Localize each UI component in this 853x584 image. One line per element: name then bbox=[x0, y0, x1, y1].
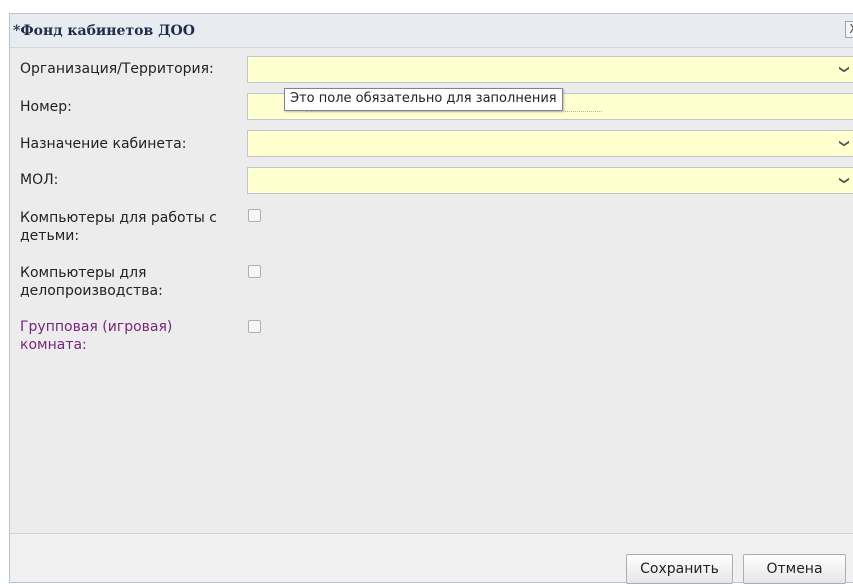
dialog-titlebar[interactable]: *Фонд кабинетов ДОО X bbox=[10, 14, 853, 48]
mol-input[interactable] bbox=[248, 168, 820, 193]
tooltip-shadow-line bbox=[306, 111, 602, 113]
chevron-down-icon[interactable]: ❯ bbox=[832, 171, 853, 191]
group-room-label-line1: Групповая (игровая) bbox=[20, 318, 172, 336]
children-computers-checkbox[interactable] bbox=[248, 209, 261, 222]
children-computers-label: Компьютеры для работы с детьми: bbox=[20, 209, 217, 245]
number-label: Номер: bbox=[20, 98, 72, 116]
purpose-input[interactable] bbox=[248, 131, 820, 156]
chevron-down-icon[interactable]: ❯ bbox=[832, 60, 853, 80]
organization-label: Организация/Территория: bbox=[20, 60, 214, 78]
office-computers-label-line2: делопроизводства: bbox=[20, 282, 163, 300]
dialog-title: *Фонд кабинетов ДОО bbox=[13, 23, 195, 39]
purpose-combobox[interactable]: ❯ ··· bbox=[247, 130, 853, 157]
cancel-button[interactable]: Отмена bbox=[743, 554, 846, 584]
close-icon[interactable]: X bbox=[845, 21, 853, 38]
mol-label: МОЛ: bbox=[20, 171, 58, 189]
children-computers-label-line1: Компьютеры для работы с bbox=[20, 209, 217, 227]
office-computers-checkbox[interactable] bbox=[248, 265, 261, 278]
organization-input[interactable] bbox=[248, 57, 820, 82]
organization-combobox[interactable]: ❯ ··· bbox=[247, 56, 853, 83]
purpose-label: Назначение кабинета: bbox=[20, 135, 186, 153]
chevron-down-icon[interactable]: ❯ bbox=[832, 134, 853, 154]
group-room-label-line2: комната: bbox=[20, 336, 172, 354]
mol-combobox[interactable]: ❯ ··· bbox=[247, 167, 853, 194]
children-computers-label-line2: детьми: bbox=[20, 227, 217, 245]
office-computers-label: Компьютеры для делопроизводства: bbox=[20, 264, 163, 300]
group-room-checkbox[interactable] bbox=[248, 320, 261, 333]
save-button[interactable]: Сохранить bbox=[626, 554, 733, 584]
office-computers-label-line1: Компьютеры для bbox=[20, 264, 163, 282]
group-room-label: Групповая (игровая) комната: bbox=[20, 318, 172, 354]
required-field-tooltip: Это поле обязательно для заполнения bbox=[284, 88, 563, 111]
